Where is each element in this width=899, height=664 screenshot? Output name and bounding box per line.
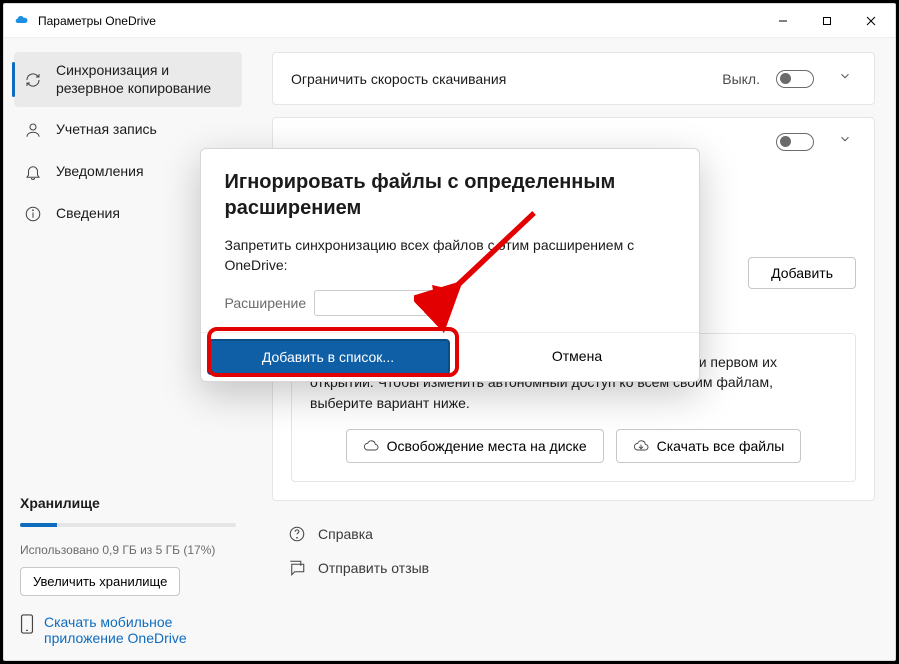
minimize-button[interactable] [761,5,805,37]
download-mobile-link[interactable]: Скачать мобильное приложение OneDrive [44,614,236,646]
row-label: Ограничить скорость скачивания [291,71,710,87]
info-icon [24,205,42,223]
storage-heading: Хранилище [20,495,236,511]
chevron-down-icon [834,69,856,88]
phone-icon [20,614,34,637]
storage-section: Хранилище Использовано 0,9 ГБ из 5 ГБ (1… [14,495,242,646]
add-to-list-button[interactable]: Добавить в список... [207,339,450,375]
toggle-state: Выкл. [722,71,760,87]
onedrive-icon [14,13,30,29]
nav-label: Учетная запись [56,121,157,139]
account-icon [24,121,42,139]
onedrive-settings-window: Параметры OneDrive Синхронизация и резер… [3,3,896,661]
dialog-title: Игнорировать файлы с определенным расшир… [225,169,675,221]
window-title: Параметры OneDrive [38,14,761,28]
extension-input-label: Расширение [225,295,307,311]
free-up-space-button[interactable]: Освобождение места на диске [346,429,604,463]
toggle-switch[interactable] [776,133,814,151]
close-button[interactable] [849,5,893,37]
nav-label: Сведения [56,205,120,223]
nav-label: Уведомления [56,163,144,181]
sync-icon [24,71,42,89]
storage-bar [20,523,236,527]
limit-download-speed-row[interactable]: Ограничить скорость скачивания Выкл. [273,53,874,104]
maximize-button[interactable] [805,5,849,37]
feedback-icon [288,559,306,577]
storage-used-text: Использовано 0,9 ГБ из 5 ГБ (17%) [20,543,236,557]
download-all-button[interactable]: Скачать все файлы [616,429,802,463]
upgrade-storage-button[interactable]: Увеличить хранилище [20,567,180,596]
help-icon [288,525,306,543]
feedback-link[interactable]: Отправить отзыв [276,551,875,585]
cloud-icon [363,438,379,454]
chevron-down-icon [834,132,856,151]
cancel-button[interactable]: Отмена [456,333,699,379]
add-extension-button[interactable]: Добавить [748,257,856,289]
sidebar-item-sync-backup[interactable]: Синхронизация и резервное копирование [14,52,242,107]
help-link[interactable]: Справка [276,517,875,551]
toggle-switch[interactable] [776,70,814,88]
dialog-desc: Запретить синхронизацию всех файлов с эт… [201,229,699,290]
nav-label: Синхронизация и резервное копирование [56,62,232,97]
cloud-download-icon [633,438,649,454]
bell-icon [24,163,42,181]
sidebar-item-account[interactable]: Учетная запись [14,111,242,149]
titlebar: Параметры OneDrive [4,4,895,38]
extension-input[interactable] [314,290,434,316]
ignore-extension-dialog: Игнорировать файлы с определенным расшир… [200,148,700,382]
